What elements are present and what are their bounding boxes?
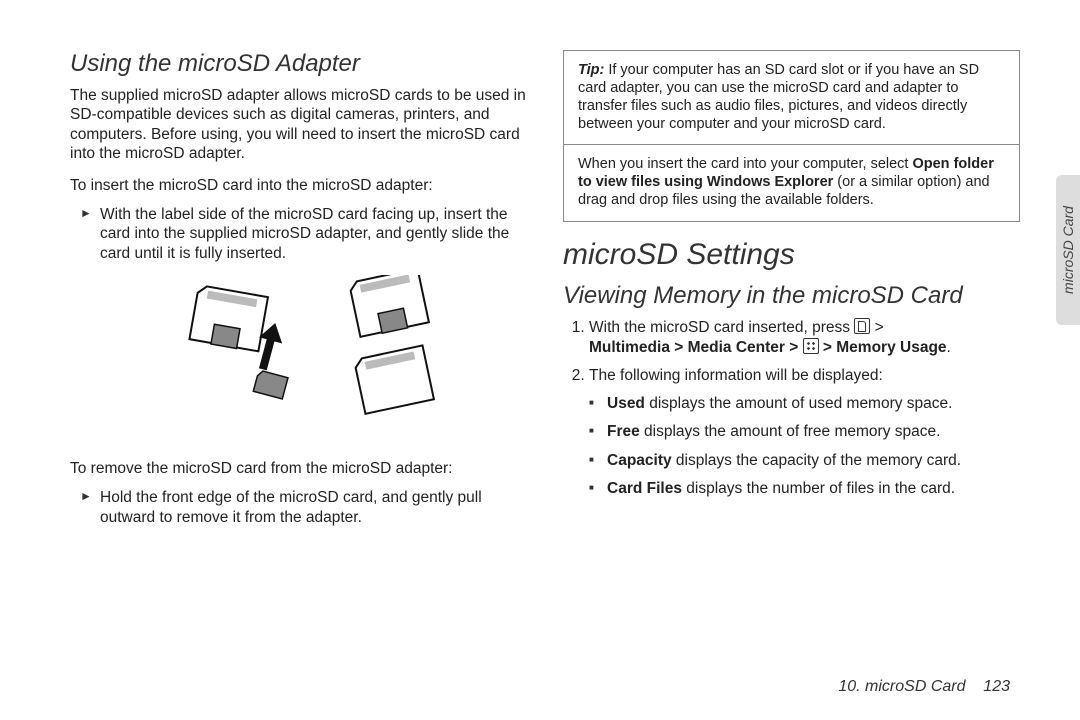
mem-used-label: Used: [607, 395, 645, 412]
insert-lead-in: To insert the microSD card into the micr…: [70, 176, 527, 195]
mem-used: Used displays the amount of used memory …: [607, 394, 1020, 414]
left-column: Using the microSD Adapter The supplied m…: [70, 50, 527, 539]
heading-using-adapter: Using the microSD Adapter: [70, 50, 527, 78]
tip-divider: [564, 144, 1019, 145]
step1-dot: .: [947, 339, 951, 356]
intro-paragraph: The supplied microSD adapter allows micr…: [70, 86, 527, 164]
remove-step: Hold the front edge of the microSD card,…: [100, 488, 527, 527]
mem-files-label: Card Files: [607, 480, 682, 497]
remove-lead-in: To remove the microSD card from the micr…: [70, 459, 527, 478]
mem-files-text: displays the number of files in the card…: [682, 480, 955, 497]
step-2: The following information will be displa…: [589, 366, 1020, 386]
mem-card-files: Card Files displays the number of files …: [607, 479, 1020, 499]
footer-chapter: 10. microSD Card: [838, 678, 965, 695]
mem-cap-label: Capacity: [607, 452, 672, 469]
tip-label: Tip:: [578, 62, 604, 78]
mem-cap-text: displays the capacity of the memory card…: [672, 452, 961, 469]
insert-step: With the label side of the microSD card …: [100, 205, 527, 263]
heading-viewing-memory: Viewing Memory in the microSD Card: [563, 282, 1020, 310]
tip2-lead: When you insert the card into your compu…: [578, 156, 912, 172]
mem-used-text: displays the amount of used memory space…: [645, 395, 953, 412]
step1-text-a: With the microSD card inserted, press: [589, 319, 854, 336]
side-tab: microSD Card: [1056, 175, 1080, 325]
step-1: With the microSD card inserted, press > …: [589, 318, 1020, 358]
mem-free-text: displays the amount of free memory space…: [640, 423, 941, 440]
heading-microsd-settings: microSD Settings: [563, 238, 1020, 272]
right-column: Tip: If your computer has an SD card slo…: [563, 50, 1020, 539]
step1-sep: >: [870, 319, 883, 336]
mem-free: Free displays the amount of free memory …: [607, 422, 1020, 442]
footer-page-number: 123: [983, 678, 1010, 695]
mem-free-label: Free: [607, 423, 640, 440]
adapter-diagram: [149, 275, 449, 445]
menu-icon: [854, 318, 870, 334]
side-tab-label: microSD Card: [1060, 206, 1076, 294]
mem-capacity: Capacity displays the capacity of the me…: [607, 451, 1020, 471]
tip-box: Tip: If your computer has an SD card slo…: [563, 50, 1020, 222]
step1-path-1: Multimedia > Media Center >: [589, 339, 803, 356]
grid-icon: [803, 338, 819, 354]
page-footer: 10. microSD Card 123: [838, 678, 1010, 696]
tip-body: If your computer has an SD card slot or …: [578, 62, 979, 132]
tip-paragraph-1: Tip: If your computer has an SD card slo…: [578, 61, 1005, 134]
step1-path-2: > Memory Usage: [819, 339, 947, 356]
tip-paragraph-2: When you insert the card into your compu…: [578, 155, 1005, 209]
